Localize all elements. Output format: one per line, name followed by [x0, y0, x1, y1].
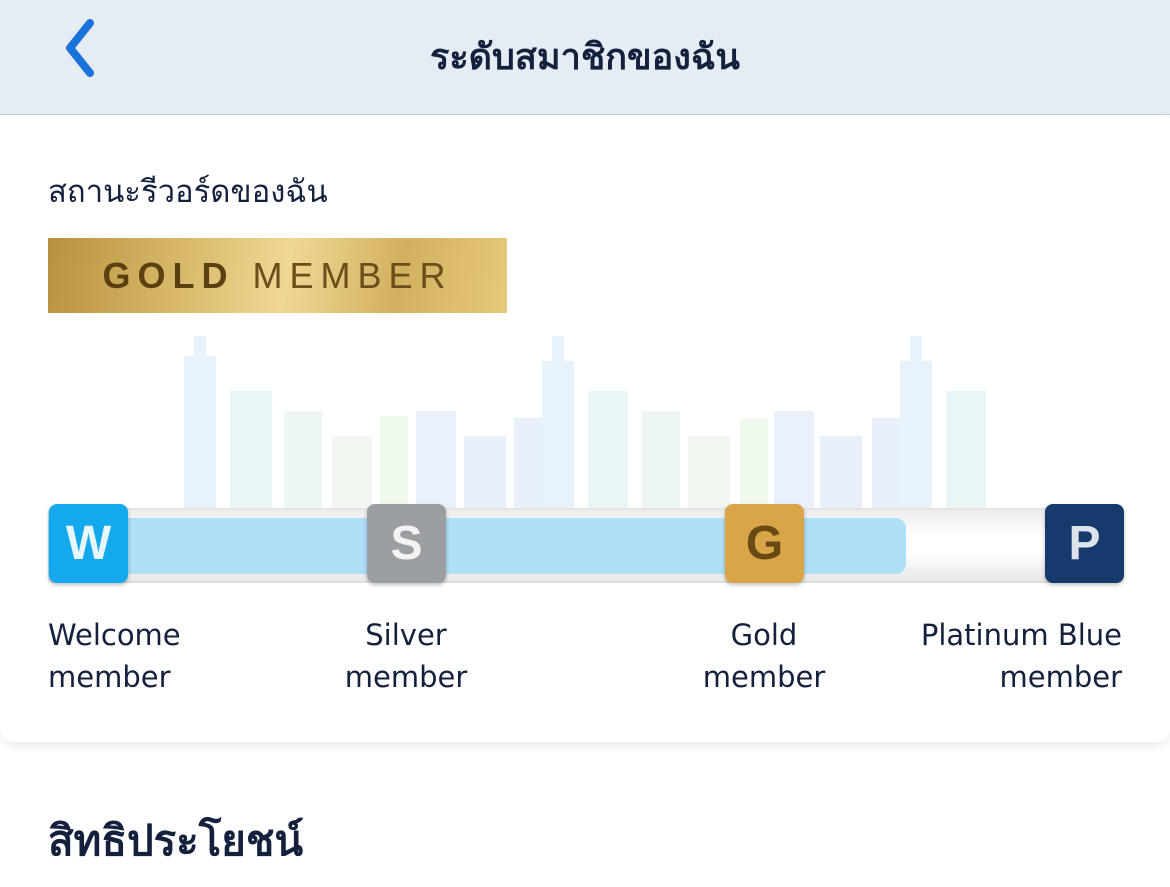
tier-silver-badge[interactable]: S [367, 504, 446, 583]
tier-platinum-blue-label-line2: member [999, 660, 1122, 694]
tier-silver-label: Silver member [316, 614, 496, 698]
page-title: ระดับสมาชิกของฉัน [430, 37, 740, 78]
tier-platinum-blue-label: Platinum Blue member [921, 614, 1122, 698]
tier-silver-label-line2: member [344, 660, 468, 694]
tier-gold-label-line2: member [702, 660, 826, 694]
tier-welcome-label: Welcome member [48, 614, 181, 698]
tier-platinum-blue-badge[interactable]: P [1045, 504, 1124, 583]
top-bar: ระดับสมาชิกของฉัน [0, 0, 1170, 115]
tier-silver-label-line1: Silver [365, 618, 447, 652]
tier-platinum-blue-label-line1: Platinum Blue [920, 618, 1122, 652]
benefits-heading: สิทธิประโยชน์ [48, 816, 304, 865]
tier-gold-badge[interactable]: G [725, 504, 804, 583]
tier-welcome-label-line2: member [48, 660, 171, 694]
reward-status-label: สถานะรีวอร์ดของฉัน [48, 174, 328, 210]
city-skyline-illustration [184, 336, 986, 508]
tier-gold-label-line1: Gold [730, 618, 798, 652]
membership-card: สถานะรีวอร์ดของฉัน GOLD MEMBER W S G P W… [0, 116, 1170, 742]
tier-welcome-label-line1: Welcome [48, 618, 181, 652]
tier-gold-label: Gold member [674, 614, 854, 698]
tier-welcome-badge[interactable]: W [49, 504, 128, 583]
tier-banner-light-text: MEMBER [252, 254, 453, 296]
current-tier-banner: GOLD MEMBER [48, 238, 507, 313]
tier-banner-bold-text: GOLD [102, 254, 235, 296]
